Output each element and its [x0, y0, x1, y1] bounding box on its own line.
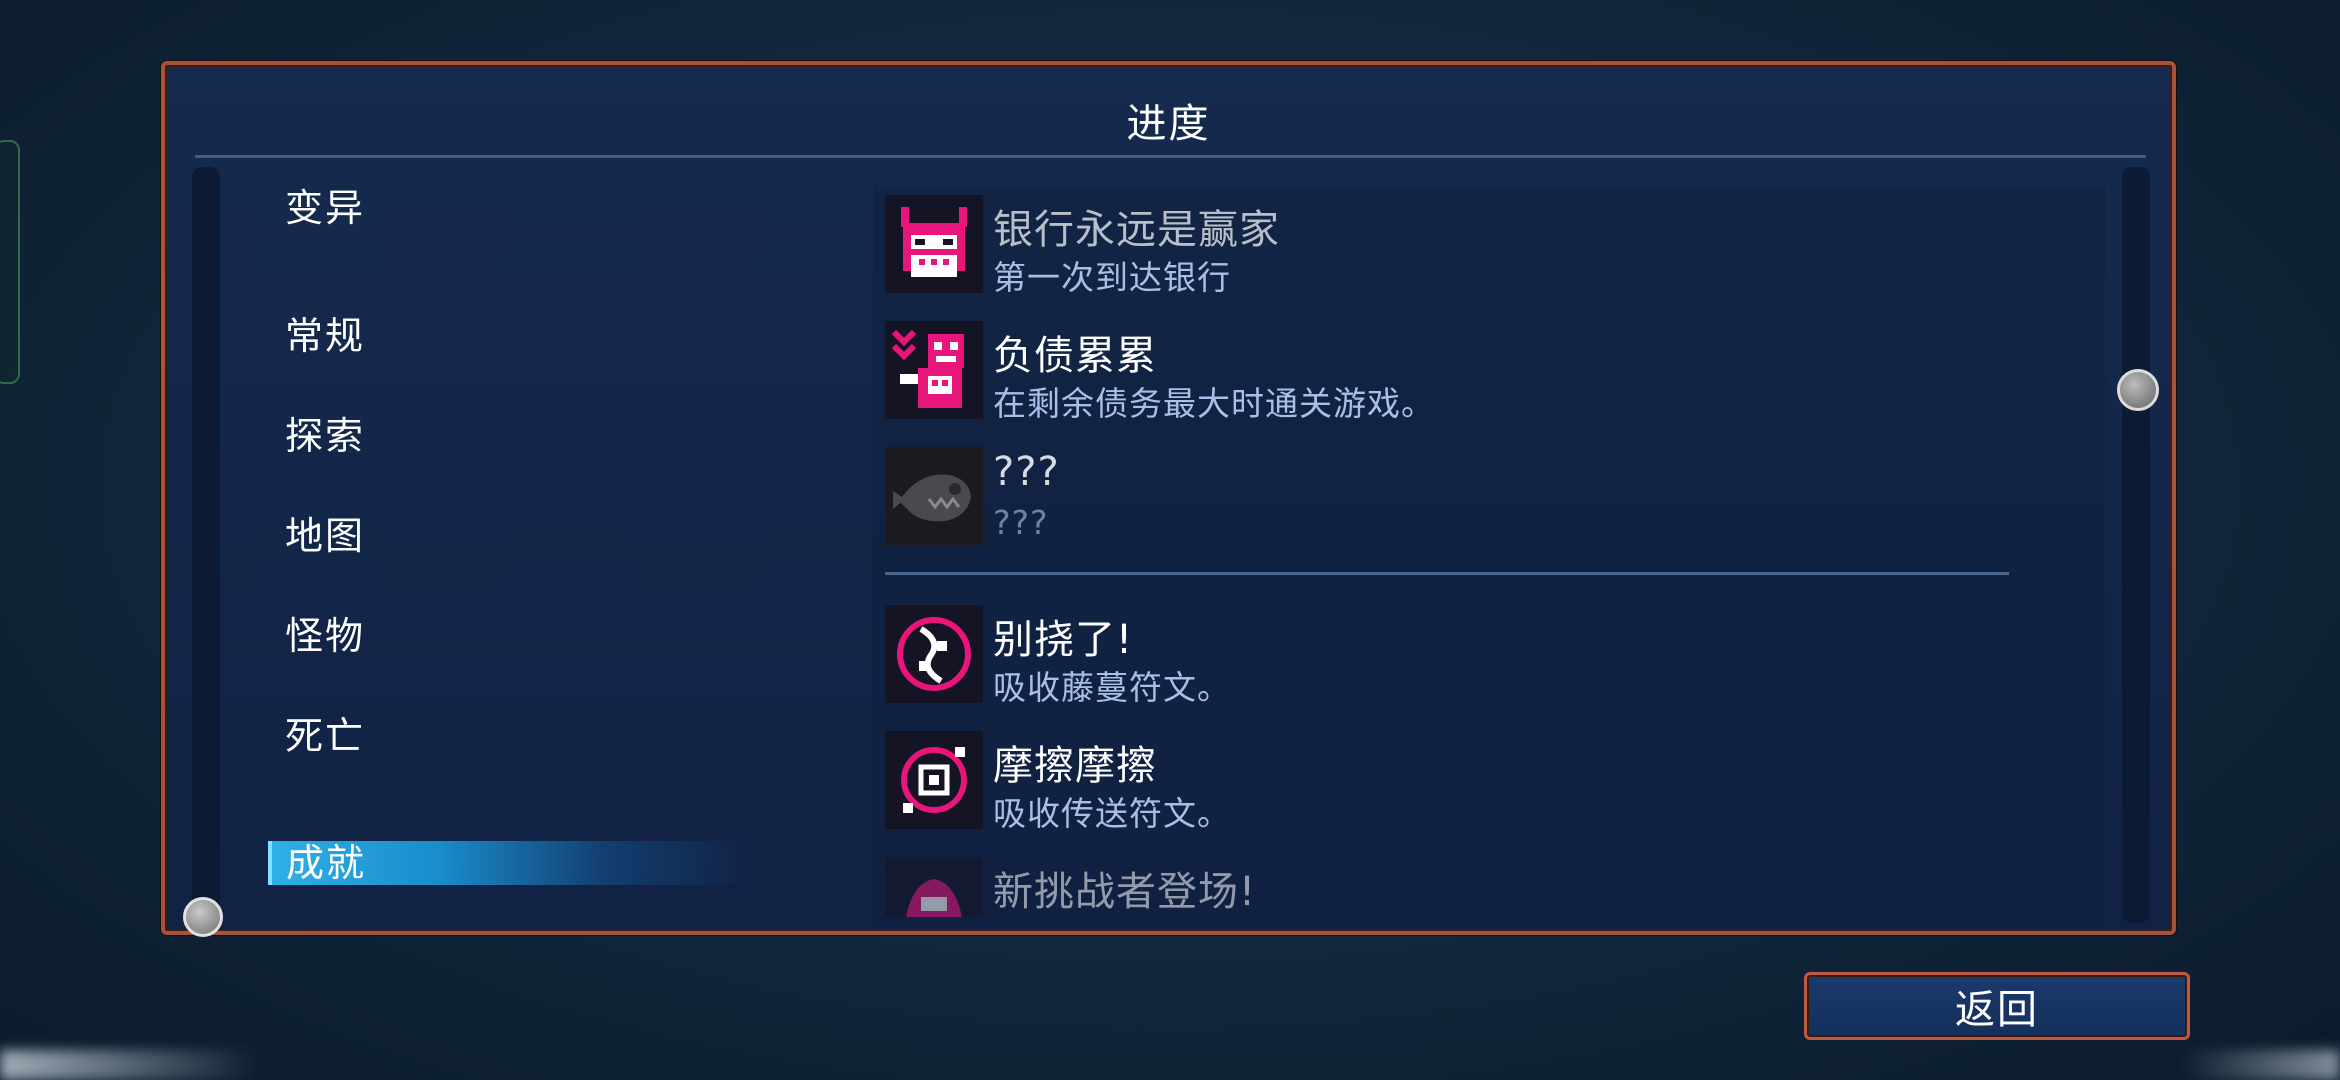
debt-creature-icon	[885, 321, 983, 419]
achievement-description: 吸收传送符文。	[993, 794, 1231, 833]
achievement-description: 第一次到达银行	[993, 258, 1231, 297]
right-scroll-thumb[interactable]	[2117, 369, 2159, 411]
achievement-title: 别挠了!	[993, 617, 1134, 663]
achievement-title: 新挑战者登场!	[993, 869, 1257, 915]
nav-item-deaths[interactable]: 死亡	[285, 705, 365, 760]
section-divider	[885, 572, 2009, 575]
achievement-title: 银行永远是赢家	[993, 207, 1280, 253]
nav-item-exploration[interactable]: 探索	[285, 405, 365, 460]
teleport-rune-icon	[885, 731, 983, 829]
title-divider	[195, 155, 2146, 158]
nav-item-general[interactable]: 常规	[285, 305, 365, 360]
side-edge-indicator	[0, 140, 20, 384]
achievement-title: 摩擦摩擦	[993, 743, 1157, 789]
right-scroll-track[interactable]	[2122, 167, 2150, 923]
achievement-title: 负债累累	[993, 333, 1157, 379]
challenger-icon	[885, 857, 983, 917]
fish-skull-icon	[885, 447, 983, 545]
achievement-description: 在剩余债务最大时通关游戏。	[993, 384, 1435, 423]
achievement-row[interactable]: 新挑战者登场!	[885, 857, 2085, 917]
progress-panel: 进度 变异 常规 探索 地图 怪物 死亡 成就 银行永远是赢家 第一次到达银行 …	[161, 61, 2176, 937]
left-scroll-track[interactable]	[192, 167, 220, 923]
page-title: 进度	[1126, 101, 1211, 147]
nav-item-mutations[interactable]: 变异	[285, 177, 365, 232]
achievement-row[interactable]: 摩擦摩擦 吸收传送符文。	[885, 731, 2085, 833]
achievement-row[interactable]: ??? ???	[885, 447, 2085, 547]
achievement-row[interactable]: 银行永远是赢家 第一次到达银行	[885, 195, 2085, 297]
bottom-left-glow	[0, 1050, 260, 1080]
left-scroll-thumb[interactable]	[183, 897, 223, 937]
nav-item-monsters[interactable]: 怪物	[285, 605, 365, 660]
bank-mask-icon	[885, 195, 983, 293]
achievement-title: ???	[993, 449, 1060, 495]
vine-rune-icon	[885, 605, 983, 703]
achievement-row[interactable]: 别挠了! 吸收藤蔓符文。	[885, 605, 2085, 707]
achievement-description: ???	[993, 503, 1049, 542]
achievement-description: 吸收藤蔓符文。	[993, 668, 1231, 707]
back-button[interactable]: 返回	[1804, 972, 2190, 1040]
bottom-right-glow	[2180, 1050, 2340, 1080]
achievement-row[interactable]: 负债累累 在剩余债务最大时通关游戏。	[885, 321, 2085, 423]
nav-item-map[interactable]: 地图	[285, 505, 365, 560]
nav-item-achievements[interactable]: 成就	[268, 841, 748, 885]
